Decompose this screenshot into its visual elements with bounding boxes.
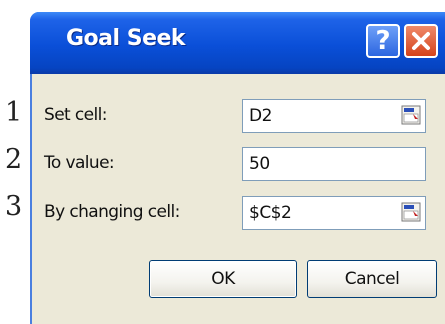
to-value-value: 50 [249,154,270,174]
step-number-2: 2 [5,144,23,175]
help-icon: ? [375,26,391,56]
step-number-1: 1 [5,97,23,128]
set-cell-value: D2 [249,106,272,126]
help-button[interactable]: ? [366,24,400,58]
step-number-3: 3 [5,191,23,222]
to-value-label: To value: [44,153,115,173]
set-cell-label: Set cell: [44,105,108,125]
set-cell-input[interactable]: D2 [242,99,426,133]
goal-seek-dialog: Goal Seek ? Set cell: D2 To value: 50 By… [30,12,445,324]
by-changing-cell-label: By changing cell: [44,202,180,222]
range-select-icon[interactable] [401,105,421,125]
close-button[interactable] [404,24,438,58]
by-changing-cell-value: $C$2 [249,203,292,223]
ok-button[interactable]: OK [149,260,297,298]
title-bar[interactable]: Goal Seek ? [30,12,445,74]
cancel-button[interactable]: Cancel [307,260,437,298]
screenshot-stage: 1 2 3 Goal Seek ? Set cell: D2 To value:… [0,0,445,324]
close-icon [412,32,430,50]
by-changing-cell-input[interactable]: $C$2 [242,196,426,230]
to-value-input[interactable]: 50 [242,147,426,181]
range-select-icon[interactable] [401,202,421,222]
dialog-title: Goal Seek [66,26,186,51]
